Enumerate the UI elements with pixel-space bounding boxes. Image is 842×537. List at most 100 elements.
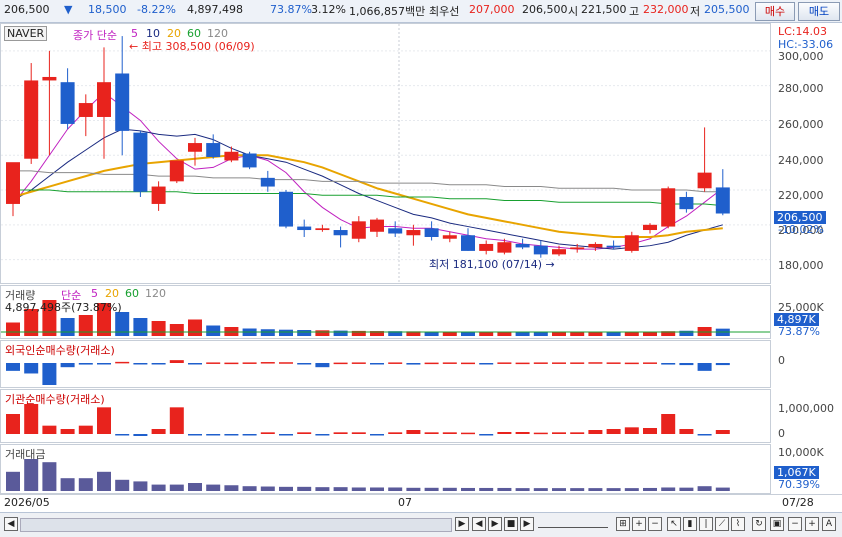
sell-button[interactable]: 매도 [798,2,840,21]
ma-line-20 [12,154,723,238]
play-icon[interactable]: ▶ [488,517,502,531]
scroll-left-arrow-icon[interactable]: ◀ [4,517,18,531]
bar [570,488,585,491]
bar [679,487,694,491]
bid-price: 206,500 [522,3,568,16]
y-tick-label: 300,000 [778,50,824,63]
bar [661,414,676,434]
bar-icon[interactable]: | [699,517,713,531]
amount-axis: 10,000K 1,067K 70.39% [772,444,842,494]
bar [479,363,494,365]
pct-badge: -10.02% [778,223,824,236]
bar [661,363,676,365]
candle-body [224,151,239,161]
bar [424,362,439,365]
bar [315,487,330,491]
bar [151,363,166,365]
bar [697,434,712,436]
bar [442,487,457,491]
amount-y-tick: 10,000K [778,446,824,459]
bar [461,432,475,435]
bar [497,331,512,336]
zoom-window-icon[interactable]: ⊞ [616,517,630,531]
zoom-out-icon[interactable]: − [648,517,662,531]
bar [715,363,730,366]
candle-body [188,143,202,152]
scroll-right-arrow-icon[interactable]: ▶ [455,517,469,531]
bar [115,434,130,436]
buy-button[interactable]: 매수 [755,2,795,21]
bar [97,363,111,365]
foreign-panel[interactable]: 외국인순매수량(거래소) [0,340,771,388]
volume-panel[interactable]: 거래량 단순 5 20 60 120 4,897,498주(73.87%) [0,285,771,339]
bar [388,362,403,364]
turnover-rate: 3.12% [311,3,346,16]
stop-icon[interactable]: ■ [504,517,518,531]
next-icon[interactable]: ▶ [520,517,534,531]
bar [333,330,348,336]
price-chart[interactable] [1,24,770,283]
bar [661,487,676,491]
tool-icon[interactable]: ↖ [667,517,681,531]
bar [333,432,348,434]
bar [479,434,494,436]
bar [406,487,421,491]
bar [552,362,566,364]
line-icon[interactable]: ⟋ [715,517,729,531]
bar [297,363,312,365]
bar [97,407,111,434]
bar [279,486,293,491]
trading-amount: 1,066,857백만 [349,5,426,18]
bar [351,432,366,434]
save-icon[interactable]: ▣ [770,517,784,531]
plus-icon[interactable]: + [805,517,819,531]
stock-name[interactable]: NAVER [4,26,48,41]
foreign-y-tick: 0 [778,354,785,367]
candle-body [315,228,330,231]
zoom-slider[interactable] [538,519,608,528]
candle-body [406,230,421,236]
bar [151,321,166,336]
volume-ma-120: 120 [145,287,166,300]
amount-panel[interactable]: 거래대금 [0,444,771,494]
bar [333,362,348,365]
institution-y-tick: 1,000,000 [778,402,834,415]
minus-icon[interactable]: − [788,517,802,531]
prev-icon[interactable]: ◀ [472,517,486,531]
high-label: 고 [629,5,640,18]
candle-body [715,187,730,214]
price-panel[interactable]: NAVER 종가 단순 5 10 20 60 120 ← 최고 308,500 … [0,23,771,284]
zoom-in-icon[interactable]: + [632,517,646,531]
institution-chart[interactable] [1,390,770,442]
foreign-axis: 0 [772,340,842,388]
bar [279,329,293,336]
scroll-track[interactable] [20,518,452,532]
ma-line-10 [12,128,723,250]
bar [169,360,184,363]
bar [333,487,348,491]
refresh-icon[interactable]: ↻ [752,517,766,531]
candle-icon[interactable]: ▮ [683,517,697,531]
bar [515,332,530,336]
bar [60,429,75,434]
bar [224,362,239,365]
institution-panel[interactable]: 기관순매수량(거래소) [0,389,771,443]
bar [570,332,585,336]
bar [133,363,148,365]
foreign-title: 외국인순매수량(거래소) [5,344,115,357]
price-axis: LC:14.03 HC:-33.06 300,000 280,000 260,0… [772,23,842,284]
bar [588,332,603,336]
bar [697,363,712,371]
font-size-icon[interactable]: A [822,517,836,531]
bar [42,425,57,434]
foreign-chart[interactable] [1,341,770,387]
bar [188,483,202,491]
amount-chart[interactable] [1,445,770,493]
bar [606,488,621,491]
bar [133,481,148,491]
bar [424,432,439,434]
chart-type-icon[interactable]: ⌇ [731,517,745,531]
candle-body [388,228,403,234]
bar [188,319,202,336]
candle-body [661,188,676,227]
